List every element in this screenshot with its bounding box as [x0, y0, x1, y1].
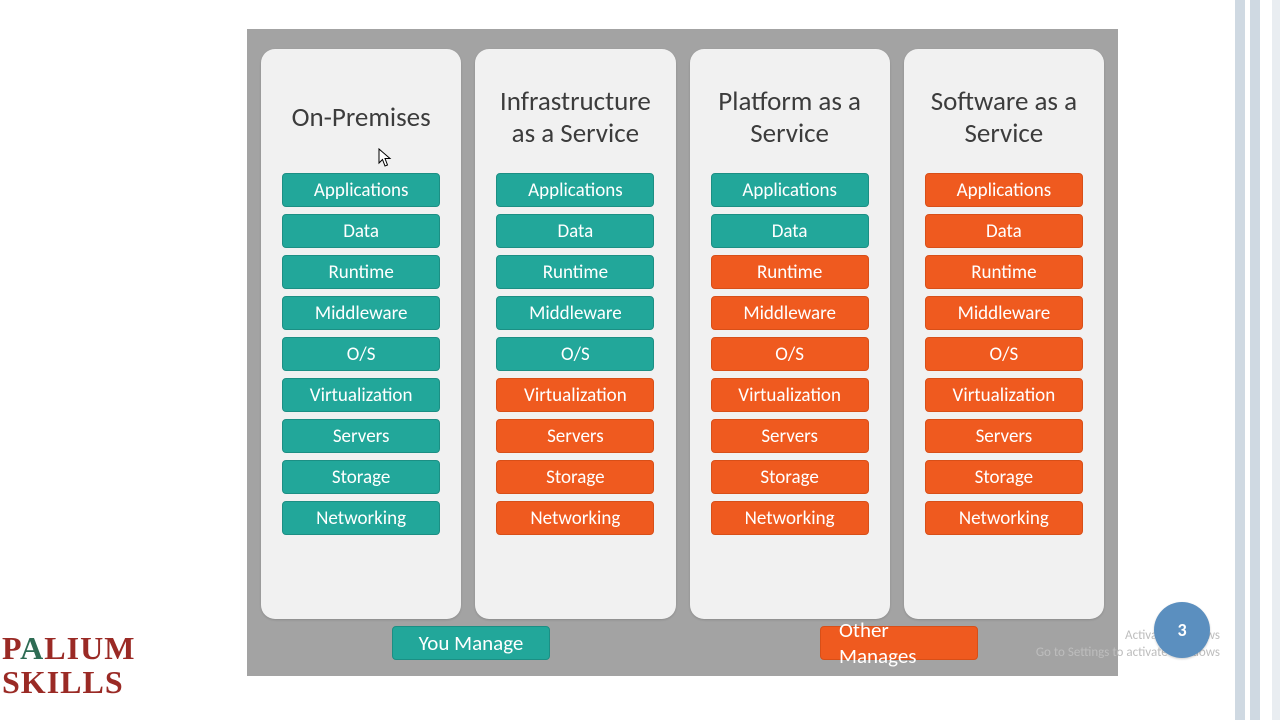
layer-box: Servers — [496, 419, 654, 453]
layer-box: Runtime — [282, 255, 440, 289]
column-title: Software as a Service — [914, 63, 1094, 173]
layer-box: Storage — [496, 460, 654, 494]
model-column: Infrastructure as a ServiceApplications D… — [475, 49, 675, 619]
column-title: On-Premises — [292, 63, 431, 173]
layer-box: Storage — [282, 460, 440, 494]
model-column: Platform as a ServiceApplications Data Run… — [690, 49, 890, 619]
layer-box: Applications — [496, 173, 654, 207]
frame-edge — [1272, 0, 1280, 720]
layer-box: Applications — [711, 173, 869, 207]
layer-stack: Applications Data Runtime Middleware O/S Virt… — [271, 173, 451, 535]
brand-logo: PALIUM SKILLS — [2, 632, 135, 699]
layer-stack: Applications Data Runtime Middleware O/S Virt… — [700, 173, 880, 535]
layer-box: Data — [496, 214, 654, 248]
legend: You Manage Other Manages — [247, 626, 1118, 666]
legend-other-manages: Other Manages — [820, 626, 978, 660]
column-title: Platform as a Service — [700, 63, 880, 173]
logo-text: A — [20, 630, 44, 666]
page-number-badge: 3 — [1154, 602, 1210, 658]
layer-box: Data — [282, 214, 440, 248]
frame-rule — [1250, 0, 1260, 720]
frame-rule — [1235, 0, 1245, 720]
layer-box: Networking — [282, 501, 440, 535]
column-title: Infrastructure as a Service — [485, 63, 665, 173]
layer-box: Middleware — [925, 296, 1083, 330]
layer-box: Servers — [711, 419, 869, 453]
layer-box: Virtualization — [282, 378, 440, 412]
layer-box: Virtualization — [711, 378, 869, 412]
legend-you-manage: You Manage — [392, 626, 550, 660]
layer-box: Middleware — [282, 296, 440, 330]
layer-box: Virtualization — [496, 378, 654, 412]
layer-stack: Applications Data Runtime Middleware O/S Virt… — [914, 173, 1094, 535]
layer-box: Applications — [282, 173, 440, 207]
layer-box: Storage — [925, 460, 1083, 494]
layer-box: O/S — [496, 337, 654, 371]
layer-box: Servers — [282, 419, 440, 453]
layer-box: Networking — [711, 501, 869, 535]
layer-box: O/S — [282, 337, 440, 371]
diagram-panel: On-PremisesApplicationsDataRuntimeMiddle… — [247, 29, 1118, 676]
slide: On-PremisesApplicationsDataRuntimeMiddle… — [0, 0, 1280, 720]
layer-box: Virtualization — [925, 378, 1083, 412]
layer-box: Middleware — [711, 296, 869, 330]
layer-box: Runtime — [496, 255, 654, 289]
model-column: Software as a ServiceApplications Data Run… — [904, 49, 1104, 619]
layer-box: O/S — [925, 337, 1083, 371]
layer-box: Runtime — [925, 255, 1083, 289]
logo-text: P — [2, 630, 20, 666]
logo-text: SKILLS — [2, 664, 124, 700]
columns-container: On-PremisesApplicationsDataRuntimeMiddle… — [247, 29, 1118, 619]
layer-box: Data — [925, 214, 1083, 248]
layer-box: Storage — [711, 460, 869, 494]
logo-text: LIUM — [44, 630, 135, 666]
layer-box: Runtime — [711, 255, 869, 289]
layer-box: Data — [711, 214, 869, 248]
layer-stack: Applications Data Runtime Middleware O/S Virt… — [485, 173, 665, 535]
model-column: On-PremisesApplications Data Runtime Middle… — [261, 49, 461, 619]
layer-box: Applications — [925, 173, 1083, 207]
layer-box: Networking — [925, 501, 1083, 535]
layer-box: Networking — [496, 501, 654, 535]
layer-box: Middleware — [496, 296, 654, 330]
layer-box: O/S — [711, 337, 869, 371]
layer-box: Servers — [925, 419, 1083, 453]
